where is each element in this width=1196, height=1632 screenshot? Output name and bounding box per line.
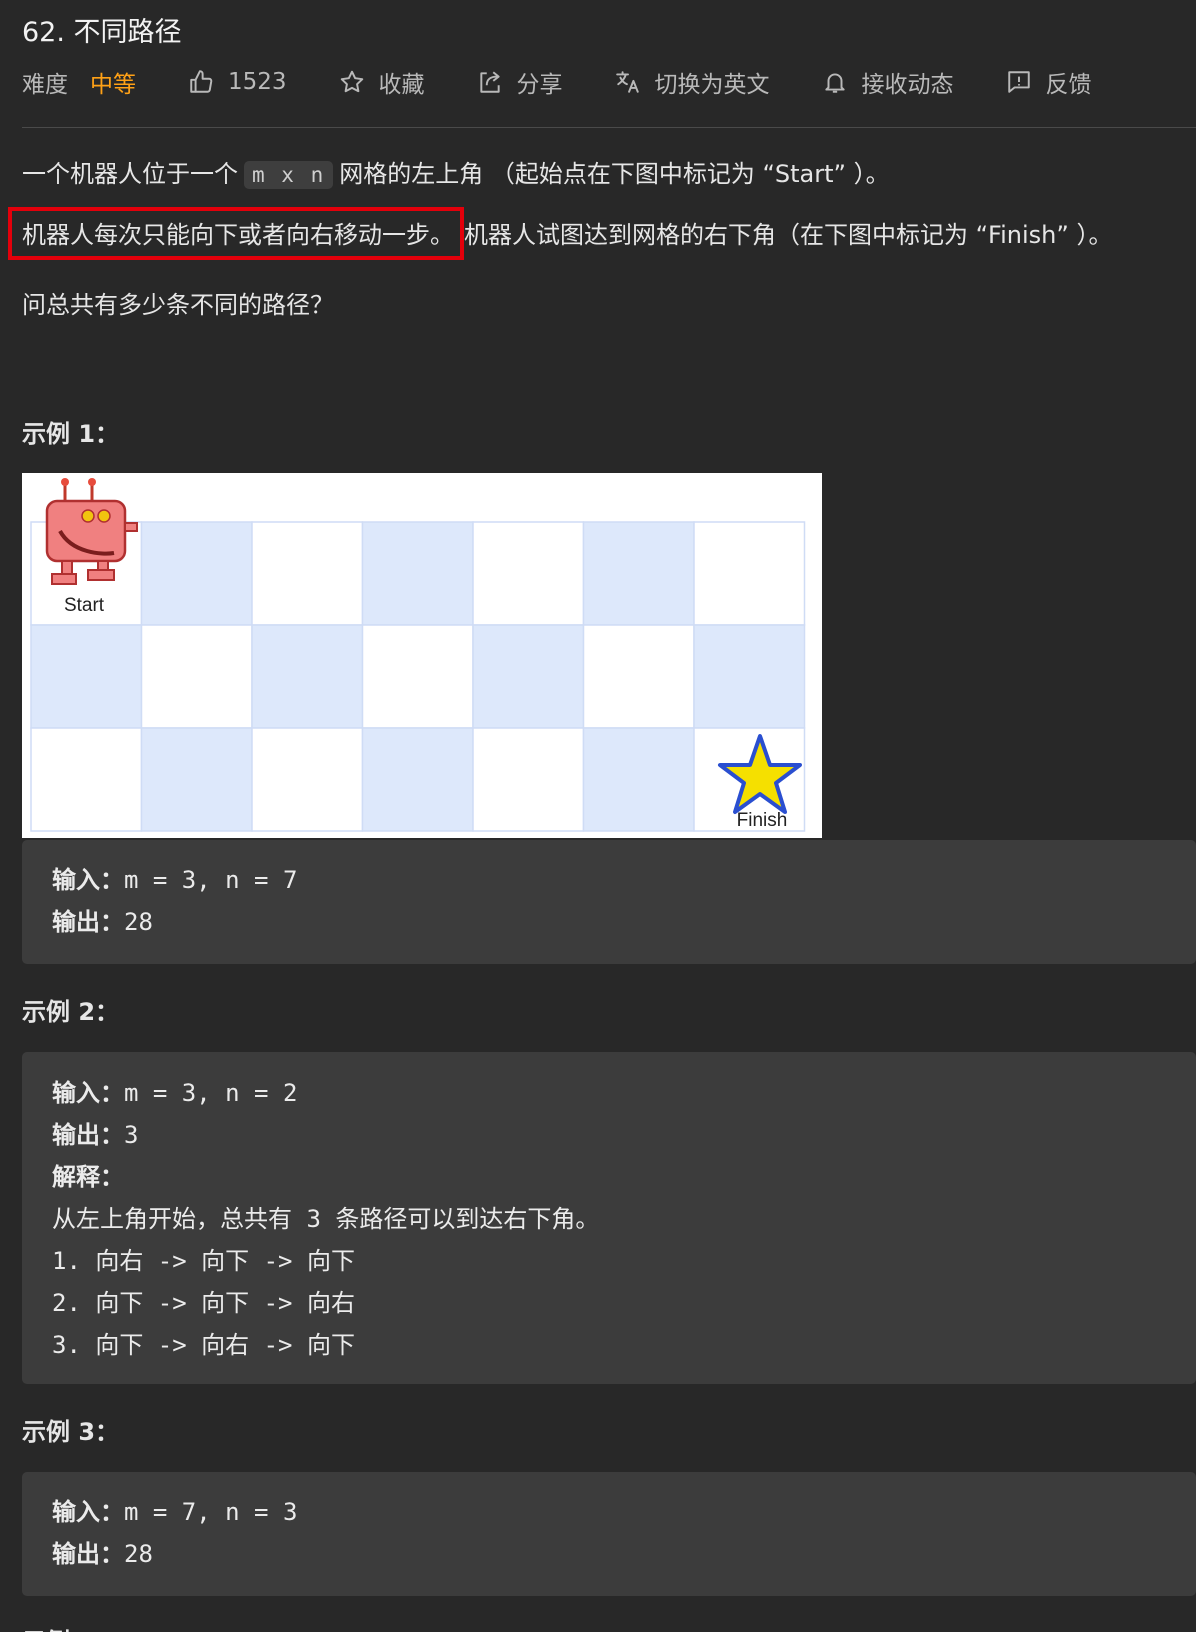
code-line: 输出：28 [52, 1540, 153, 1568]
code-line: 3. 向下 -> 向右 -> 向下 [52, 1331, 355, 1359]
example-3-title: 示例 3： [22, 1418, 120, 1446]
share-button[interactable]: 分享 [477, 65, 563, 99]
grid-cell [251, 727, 364, 832]
description-question: 问总共有多少条不同的路径？ [22, 291, 334, 319]
thumbs-up-icon [190, 70, 213, 93]
code-line: 输出：28 [52, 908, 153, 936]
like-button[interactable]: 1523 [188, 69, 287, 95]
header-divider [22, 127, 1196, 128]
subscribe-button[interactable]: 接收动态 [822, 65, 954, 99]
example-1-code: 输入：m = 3, n = 7 输出：28 [22, 840, 1196, 964]
code-line: 2. 向下 -> 向下 -> 向右 [52, 1289, 355, 1317]
finish-label: Finish [737, 810, 788, 831]
grid-svg: Start Finish [30, 478, 806, 832]
start-label: Start [64, 595, 105, 616]
favorite-button[interactable]: 收藏 [339, 65, 425, 99]
grid-cell [472, 521, 585, 626]
description-paragraph-2: 机器人每次只能向下或者向右移动一步。 机器人试图达到网格的右下角（在下图中标记为 … [8, 207, 1113, 260]
translate-icon [615, 71, 639, 93]
example-2-code: 输入：m = 3, n = 2 输出：3 解释： 从左上角开始，总共有 3 条路… [22, 1052, 1196, 1384]
grid-cell [30, 727, 143, 832]
description-text: 网格的左上角 （起始点在下图中标记为 “Start” ）。 [339, 160, 890, 188]
feedback-label: 反馈 [1045, 72, 1092, 98]
description-text: 一个机器人位于一个 [22, 160, 238, 188]
difficulty-label: 难度 [22, 72, 68, 98]
grid-cell [472, 727, 585, 832]
grid-cell [361, 624, 474, 729]
code-line: 输入：m = 3, n = 2 [52, 1079, 298, 1107]
grid-cell [582, 727, 695, 832]
code-line: 解释： [52, 1163, 124, 1191]
grid-cell [30, 624, 143, 729]
code-line: 从左上角开始，总共有 3 条路径可以到达右下角。 [52, 1205, 600, 1233]
code-line: 输入：m = 3, n = 7 [52, 866, 298, 894]
grid-cell [693, 624, 806, 729]
share-icon [479, 71, 500, 93]
grid-cell [140, 727, 253, 832]
grid-cell [472, 624, 585, 729]
code-line: 输出：3 [52, 1121, 139, 1149]
grid-cell [361, 727, 474, 832]
bell-icon [824, 73, 845, 93]
grid-cell [140, 521, 253, 626]
problem-meta-bar: 难度 中等 1523 收藏 分享 切换为英文 接收动态 反馈 [22, 62, 1144, 102]
highlighted-movement-rule: 机器人每次只能向下或者向右移动一步。 [8, 207, 464, 260]
description-text: 机器人试图达到网格的右下角（在下图中标记为 “Finish” ）。 [464, 221, 1113, 249]
example-2-title: 示例 2： [22, 998, 120, 1026]
star-icon [340, 70, 363, 93]
feedback-icon [1007, 71, 1030, 93]
feedback-button[interactable]: 反馈 [1006, 65, 1092, 99]
subscribe-label: 接收动态 [861, 72, 954, 98]
grid-cell [582, 624, 695, 729]
grid-illustration: Start Finish [22, 473, 822, 838]
example-3-code: 输入：m = 7, n = 3 输出：28 [22, 1472, 1196, 1596]
like-count: 1523 [228, 69, 287, 95]
grid-cell [693, 521, 806, 626]
description-paragraph-1: 一个机器人位于一个 m x n 网格的左上角 （起始点在下图中标记为 “Start”… [22, 154, 890, 189]
grid-cell [251, 624, 364, 729]
switch-language-button[interactable]: 切换为英文 [615, 65, 770, 99]
inline-code-grid-size: m x n [244, 161, 334, 189]
code-line: 输入：m = 7, n = 3 [52, 1498, 298, 1526]
code-line: 1. 向右 -> 向下 -> 向下 [52, 1247, 355, 1275]
example-4-title: 示例 4： [22, 1622, 119, 1632]
favorite-label: 收藏 [378, 72, 425, 98]
example-1-title: 示例 1： [22, 420, 120, 448]
switch-language-label: 切换为英文 [654, 72, 770, 98]
grid-cell [361, 521, 474, 626]
grid-cell [582, 521, 695, 626]
difficulty-badge: 中等 [90, 72, 136, 98]
share-label: 分享 [516, 72, 563, 98]
grid-cell [251, 521, 364, 626]
grid-cell [140, 624, 253, 729]
problem-title: 62. 不同路径 [22, 17, 182, 48]
